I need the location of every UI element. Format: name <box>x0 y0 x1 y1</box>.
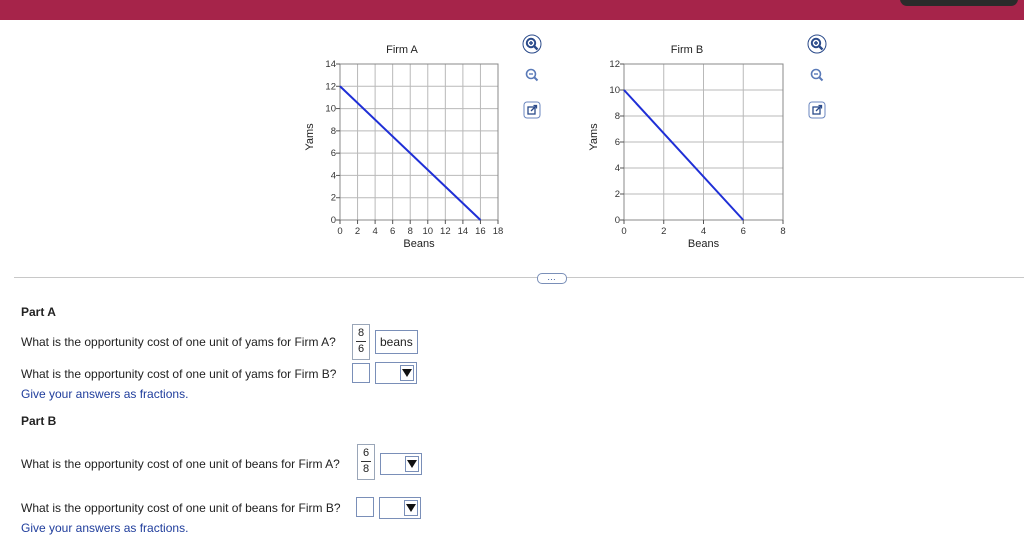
part-a-answer-2-input[interactable] <box>352 363 370 383</box>
x-tick-label: 8 <box>408 226 413 237</box>
y-axis-label: Yams <box>304 123 316 151</box>
y-tick-label: 6 <box>331 148 336 159</box>
x-tick-label: 16 <box>475 226 486 237</box>
ppf-line <box>623 89 744 221</box>
x-tick-label: 8 <box>780 226 785 237</box>
popout-icon[interactable] <box>807 100 827 120</box>
x-tick-label: 6 <box>390 226 395 237</box>
y-tick-label: 10 <box>325 104 336 115</box>
y-tick-label: 0 <box>331 215 336 226</box>
x-tick-label: 14 <box>458 226 469 237</box>
part-b-answer-2-unit-dropdown[interactable] <box>379 497 421 519</box>
y-tick-label: 14 <box>325 59 336 70</box>
y-axis-label: Yams <box>588 123 600 151</box>
x-tick-label: 2 <box>355 226 360 237</box>
x-tick-label: 2 <box>661 226 666 237</box>
x-tick-label: 18 <box>493 226 504 237</box>
x-tick-label: 0 <box>621 226 626 237</box>
y-tick-label: 4 <box>331 170 336 181</box>
part-a-answer-2-unit-dropdown[interactable] <box>375 362 417 384</box>
part-b-answer-1-unit-dropdown[interactable] <box>380 453 422 475</box>
part-a-heading: Part A <box>21 305 56 319</box>
chevron-down-icon <box>400 365 414 381</box>
y-tick-label: 2 <box>615 189 620 200</box>
part-a-question-1: What is the opportunity cost of one unit… <box>21 335 336 349</box>
y-tick-label: 8 <box>615 111 620 122</box>
y-tick-label: 0 <box>615 215 620 226</box>
x-axis-label: Beans <box>403 238 435 250</box>
fraction-denominator[interactable]: 8 <box>358 462 374 476</box>
part-b-heading: Part B <box>21 414 57 428</box>
part-a-answer-1-fraction[interactable]: 8 6 <box>352 324 370 360</box>
part-b-question-1: What is the opportunity cost of one unit… <box>21 457 340 471</box>
section-divider <box>14 277 1024 278</box>
fraction-denominator[interactable]: 6 <box>353 342 369 356</box>
charts-area: 0 2 4 6 8 10 12 14 16 18 0 2 4 6 8 10 12 14 Firm A Beans Yam… <box>304 44 786 250</box>
part-b-question-2: What is the opportunity cost of one unit… <box>21 501 341 515</box>
zoom-in-icon[interactable] <box>522 34 542 54</box>
x-tick-label: 12 <box>440 226 451 237</box>
part-b-answer-2-input[interactable] <box>356 497 374 517</box>
part-a-question-2: What is the opportunity cost of one unit… <box>21 367 337 381</box>
chart-title: Firm A <box>386 44 418 56</box>
part-a-hint: Give your answers as fractions. <box>21 387 189 401</box>
plot-frame <box>339 63 499 221</box>
x-axis-label: Beans <box>688 238 720 250</box>
fraction-numerator[interactable]: 8 <box>353 326 369 340</box>
expand-ellipsis-button[interactable]: … <box>537 273 567 284</box>
x-tick-label: 10 <box>422 226 433 237</box>
y-tick-label: 8 <box>331 126 336 137</box>
y-tick-label: 10 <box>609 85 620 96</box>
zoom-in-icon[interactable] <box>807 34 827 54</box>
x-tick-label: 6 <box>741 226 746 237</box>
popout-icon[interactable] <box>522 100 542 120</box>
zoom-out-icon[interactable] <box>807 66 827 86</box>
part-a-answer-1-unit[interactable]: beans <box>375 330 418 354</box>
x-tick-label: 0 <box>337 226 342 237</box>
y-tick-label: 12 <box>325 81 336 92</box>
chevron-down-icon <box>405 456 419 472</box>
y-tick-label: 2 <box>331 193 336 204</box>
zoom-out-icon[interactable] <box>522 66 542 86</box>
y-tick-label: 6 <box>615 137 620 148</box>
part-b-answer-1-fraction[interactable]: 6 8 <box>357 444 375 480</box>
y-tick-label: 4 <box>615 163 620 174</box>
chart-title: Firm B <box>671 44 703 56</box>
x-tick-label: 4 <box>701 226 706 237</box>
y-tick-label: 12 <box>609 59 620 70</box>
x-tick-label: 4 <box>372 226 377 237</box>
chevron-down-icon <box>404 500 418 516</box>
part-b-hint: Give your answers as fractions. <box>21 521 189 535</box>
fraction-numerator[interactable]: 6 <box>358 446 374 460</box>
